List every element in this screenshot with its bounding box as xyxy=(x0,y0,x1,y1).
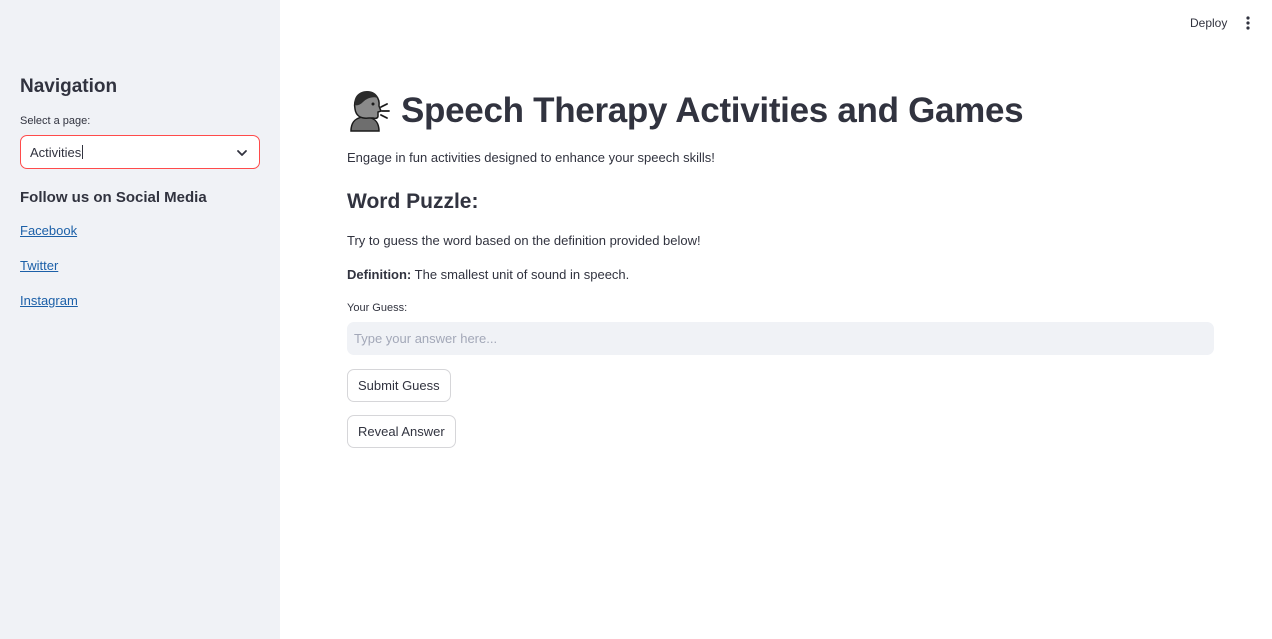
reveal-answer-button[interactable]: Reveal Answer xyxy=(347,415,456,448)
sidebar: Navigation Select a page: Activities Fol… xyxy=(0,0,280,639)
speaking-head-icon xyxy=(350,91,390,132)
social-heading: Follow us on Social Media xyxy=(20,189,207,206)
page-select-value: Activities xyxy=(30,145,84,160)
facebook-link[interactable]: Facebook xyxy=(20,223,77,238)
instruction-text: Try to guess the word based on the defin… xyxy=(347,233,701,248)
definition-value: The smallest unit of sound in speech. xyxy=(411,267,630,282)
instagram-link[interactable]: Instagram xyxy=(20,293,78,308)
page-subtitle: Engage in fun activities designed to enh… xyxy=(347,150,715,165)
app: Navigation Select a page: Activities Fol… xyxy=(0,0,1272,639)
twitter-link[interactable]: Twitter xyxy=(20,258,58,273)
page-select-label: Select a page: xyxy=(20,115,91,127)
main-content: Speech Therapy Activities and Games Enga… xyxy=(280,0,1272,639)
page-title: Speech Therapy Activities and Games xyxy=(401,91,1024,130)
definition-label: Definition: xyxy=(347,267,412,282)
definition-text: Definition: The smallest unit of sound i… xyxy=(347,267,629,282)
chevron-down-icon xyxy=(237,150,247,156)
submit-guess-button[interactable]: Submit Guess xyxy=(347,369,451,402)
guess-label: Your Guess: xyxy=(347,302,408,314)
guess-input[interactable] xyxy=(347,322,1214,355)
page-select[interactable]: Activities xyxy=(20,135,260,169)
text-cursor xyxy=(82,145,84,159)
sidebar-title: Navigation xyxy=(20,76,118,97)
section-heading: Word Puzzle: xyxy=(347,190,479,213)
